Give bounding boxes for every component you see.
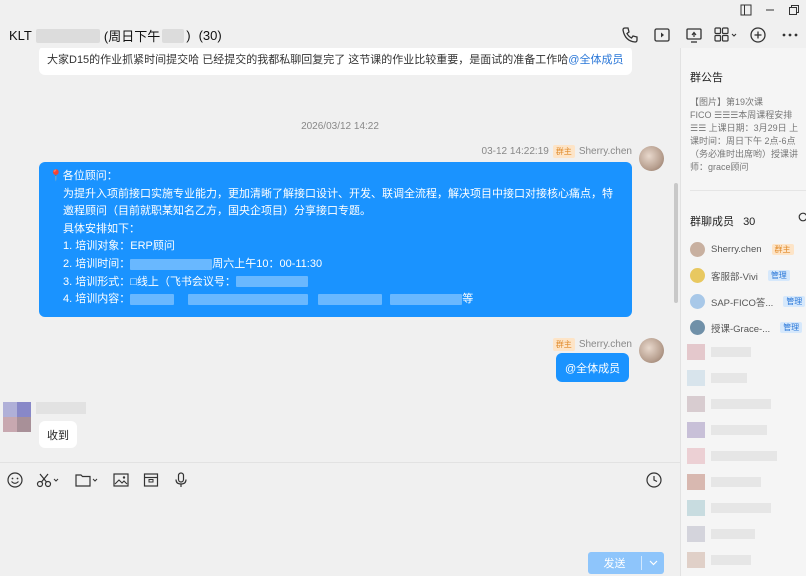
chevron-down-icon[interactable] [642,558,664,568]
notice-line: 1. 培训对象：ERP顾问 [63,240,175,253]
notice-line: 3. 培训形式：□线上（飞书会议号： [49,274,622,292]
message-input-area[interactable]: 发送 [0,462,680,576]
owner-badge: 群主 [552,145,575,158]
video-icon[interactable] [646,24,678,46]
title-bar: KLT (周日下午 ) (30) [0,0,806,48]
notice-line: 📍各位顾问： [49,170,118,182]
member-count: (30) [198,28,222,43]
send-label: 发送 [603,558,626,570]
avatar [690,268,705,283]
sender-meta: 03-12 14:22:19 群主 Sherry.chen [482,145,632,158]
redacted-sender-name [36,402,86,414]
restore-icon[interactable] [782,2,806,18]
admin-badge: 管理 [780,322,803,333]
search-icon[interactable] [798,212,806,227]
announcement-content[interactable]: 【图片】第19次课 FICO ☰☰☰本周课程安排 ☰☰ 上课日期：3月29日 上… [690,96,806,174]
pin-icon: 📍 [49,170,63,182]
clock-icon[interactable] [645,471,663,492]
chat-title-prefix: KLT [9,28,32,43]
admin-badge: 管理 [767,270,790,281]
package-icon[interactable] [142,469,160,491]
admin-badge: 管理 [783,296,806,307]
member-item[interactable]: 授课-Grace-... 管理 [690,320,803,335]
folder-icon[interactable] [74,469,100,491]
announcement-title: 群公告 [690,72,723,84]
screen-share-icon[interactable] [678,24,710,46]
sender-meta: 群主 Sherry.chen [552,338,632,351]
minimize-icon[interactable] [758,2,782,18]
avatar[interactable] [3,402,31,432]
scissors-icon[interactable] [36,469,62,491]
phone-icon[interactable] [614,24,646,46]
microphone-icon[interactable] [172,469,190,491]
member-item[interactable] [687,526,755,542]
notice-line: 具体安排如下： [63,222,140,235]
send-button[interactable]: 发送 [588,552,664,574]
avatar[interactable] [639,338,664,363]
emoji-icon[interactable] [6,469,24,491]
add-circle-icon[interactable] [742,24,774,46]
message-bubble-mention[interactable]: @全体成员 [556,353,630,382]
member-item[interactable] [687,448,777,464]
member-item[interactable]: Sherry.chen 群主 [690,242,794,257]
apps-icon[interactable] [710,24,742,46]
chat-title-middle: (周日下午 [103,29,161,44]
notice-line: 4. 培训内容：等 [63,293,474,306]
more-icon[interactable] [774,24,806,46]
member-item[interactable]: 客服部-Vivi 管理 [690,268,790,283]
sender-name: Sherry.chen [578,339,632,350]
message-timestamp: 2026/03/12 14:22 [301,121,379,132]
chat-messages[interactable]: 大家D15的作业抓紧时间提交哈 已经提交的我都私聊回复完了 这节课的作业比较重要… [0,48,680,462]
member-item[interactable] [687,552,751,568]
message-text: 大家D15的作业抓紧时间提交哈 已经提交的我都私聊回复完了 这节课的作业比较重要… [47,54,569,66]
sender-time: 03-12 14:22:19 [481,146,549,157]
chat-title: KLT (周日下午 ) (30) [9,26,222,45]
notice-line: 为提升入项前接口实施专业能力，更加清晰了解接口设计、开发、联调全流程，解决项目中… [63,187,613,218]
member-item[interactable] [687,474,761,490]
member-item[interactable] [687,370,747,386]
member-item[interactable]: SAP-FICO答... 管理 [690,294,806,309]
sidebar-toggle-icon[interactable] [734,2,758,18]
message-bubble-top[interactable]: 大家D15的作业抓紧时间提交哈 已经提交的我都私聊回复完了 这节课的作业比较重要… [39,48,632,75]
mention-link[interactable]: @全体成员 [568,54,623,66]
owner-badge: 群主 [771,244,794,255]
avatar[interactable] [639,146,664,171]
group-info-panel: 群公告 【图片】第19次课 FICO ☰☰☰本周课程安排 ☰☰ 上课日期：3月2… [681,48,806,576]
member-item[interactable] [687,422,767,438]
input-toolbar [6,469,202,491]
chat-scrollbar[interactable] [674,183,678,303]
chat-title-suffix: ) [186,28,191,43]
avatar [690,242,705,257]
members-title: 群聊成员 30 [690,216,756,228]
redacted-title [35,28,100,43]
member-item[interactable] [687,500,771,516]
message-bubble-notice[interactable]: 📍各位顾问： 为提升入项前接口实施专业能力，更加清晰了解接口设计、开发、联调全流… [39,162,632,317]
message-bubble-reply[interactable]: 收到 [39,421,77,448]
member-item[interactable] [687,344,751,360]
owner-badge: 群主 [552,338,575,351]
image-icon[interactable] [112,469,130,491]
redacted-title-2 [162,28,185,43]
notice-line: 2. 培训时间： 周六上午10：00-11:30 [63,257,323,270]
avatar [690,320,705,335]
sender-name: Sherry.chen [578,146,632,157]
member-item[interactable] [687,396,771,412]
avatar [690,294,705,309]
